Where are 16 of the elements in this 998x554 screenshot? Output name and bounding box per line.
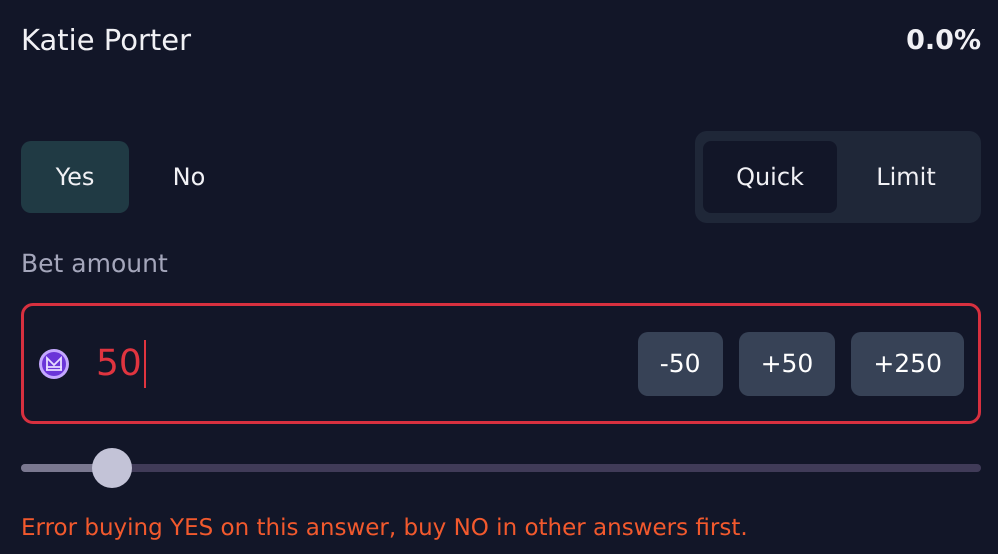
coin-icon [38, 348, 70, 380]
amount-slider[interactable] [21, 448, 981, 488]
mode-tab[interactable]: Quick [703, 141, 837, 213]
bet-amount-field[interactable]: 50 -50 +50 +250 [21, 303, 981, 424]
error-message: Error buying YES on this answer, buy NO in other answers first. [21, 515, 749, 541]
bet-amount-label: Bet amount [21, 249, 169, 280]
mode-tab[interactable]: Limit [839, 141, 973, 213]
adjust-button[interactable]: -50 [638, 332, 723, 396]
adjust-button[interactable]: +50 [738, 332, 836, 396]
outcome-tab[interactable]: Yes [21, 141, 129, 213]
outcome-tab[interactable]: No [135, 141, 243, 213]
answer-name: Katie Porter [21, 23, 192, 57]
adjust-button[interactable]: +250 [851, 332, 964, 396]
bet-amount-value: 50 [96, 343, 142, 384]
probability: 0.0% [906, 24, 981, 56]
slider-thumb[interactable] [92, 448, 132, 488]
